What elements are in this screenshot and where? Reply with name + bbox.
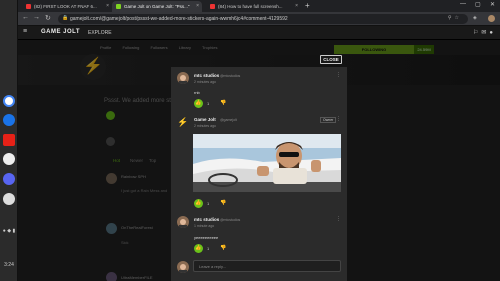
tab-youtube[interactable]: (82) FIRST LOOK AT FNAF 6... × [22,1,112,12]
clock[interactable]: 3:24 [0,262,18,268]
tab-bar: (82) FIRST LOOK AT FNAF 6... × Game Jolt… [18,0,500,12]
app-icon[interactable] [3,153,15,165]
site-header: ≡ GAME JOLT EXPLORE ⚐✉● [18,26,500,40]
tab-youtube-2[interactable]: (84) How to have full screensh... × [206,1,301,12]
youtube-icon [210,4,215,9]
discord-app-icon[interactable] [3,173,15,185]
dislike-icon[interactable]: 👎 [220,100,226,106]
comment-time: 2 minutes ago [194,80,216,84]
app-icon[interactable] [3,193,15,205]
maximize-icon[interactable]: ▢ [475,1,481,8]
current-user-avatar [177,261,189,273]
comment-time: 2 minutes ago [194,124,216,128]
url-text: gamejolt.com/@gamejolt/post/pssst-we-add… [70,16,288,22]
comment-handle[interactable]: @gamejolt [220,118,237,122]
screen: ● ◆ ▮ 3:24 (82) FIRST LOOK AT FNAF 6... … [0,0,500,281]
dislike-icon[interactable]: 👎 [220,200,226,206]
like-button[interactable]: 👍 [194,199,203,208]
comment-author[interactable]: mtc studios [194,217,219,222]
close-icon[interactable]: × [106,3,109,9]
site-logo[interactable]: GAME JOLT [41,29,80,35]
address-bar: ← → ↻ 🔒 gamejolt.com/@gamejolt/post/psss… [18,12,500,26]
comment-gif-image[interactable] [193,134,341,192]
url-input[interactable]: 🔒 gamejolt.com/@gamejolt/post/pssst-we-a… [58,14,468,24]
comment-avatar[interactable] [177,216,189,228]
tab-title: (82) FIRST LOOK AT FNAF 6... [34,4,97,9]
more-options-icon[interactable]: ⋮ [336,116,341,122]
status-icons[interactable]: ● ◆ ▮ [0,228,18,234]
comment-time: 1 minute ago [194,224,215,228]
omnibox-icons[interactable]: ⚲☆ [448,15,462,21]
lock-icon: 🔒 [62,15,69,21]
dislike-icon[interactable]: 👎 [220,245,226,251]
tab-title: (84) How to have full screensh... [218,4,283,9]
gamejolt-avatar[interactable]: ⚡ [177,116,189,128]
chrome-app-icon[interactable] [3,95,15,107]
new-tab-icon[interactable]: + [305,1,310,10]
youtube-app-icon[interactable] [3,134,15,146]
comment-avatar[interactable] [177,72,189,84]
more-options-icon[interactable]: ⋮ [336,216,341,222]
minimize-icon[interactable]: — [460,1,466,7]
comment-handle[interactable]: @mtcstudios [220,218,240,222]
like-button[interactable]: 👍 [194,244,203,253]
comment-body: rnb [194,90,200,95]
menu-icon[interactable]: ≡ [23,28,27,35]
close-button[interactable]: CLOSE [320,55,342,64]
like-count: 1 [207,101,210,106]
comment-author[interactable]: Game Jolt [194,117,216,122]
os-shelf: ● ◆ ▮ 3:24 [0,0,18,281]
gamejolt-icon [116,4,121,9]
close-icon[interactable]: × [295,3,298,9]
header-icons[interactable]: ⚐✉● [473,29,496,36]
close-icon[interactable]: × [196,3,199,9]
reload-icon[interactable]: ↻ [45,14,51,22]
tab-gamejolt[interactable]: Game Jolt on Game Jolt: "Pss..." × [112,1,202,12]
back-icon[interactable]: ← [22,14,29,21]
more-options-icon[interactable]: ⋮ [336,72,341,78]
like-count: 1 [207,246,210,251]
owner-badge: Owner [320,117,337,123]
like-button[interactable]: 👍 [194,99,203,108]
comment-author[interactable]: mtc studios [194,73,219,78]
comment-handle[interactable]: @mtcstudios [220,74,240,78]
close-window-icon[interactable]: ✕ [490,1,495,8]
youtube-icon [26,4,31,9]
comment-body: yeeeeeeeeee [194,235,219,240]
extension-icon[interactable]: ◈ [473,15,477,21]
forward-icon[interactable]: → [33,14,40,21]
profile-avatar[interactable] [488,15,495,22]
tab-title: Game Jolt on Game Jolt: "Pss..." [124,4,190,9]
explore-link[interactable]: EXPLORE [88,30,112,36]
like-count: 1 [207,201,210,206]
reply-input[interactable]: Leave a reply... [193,260,341,272]
play-store-icon[interactable] [3,114,15,126]
